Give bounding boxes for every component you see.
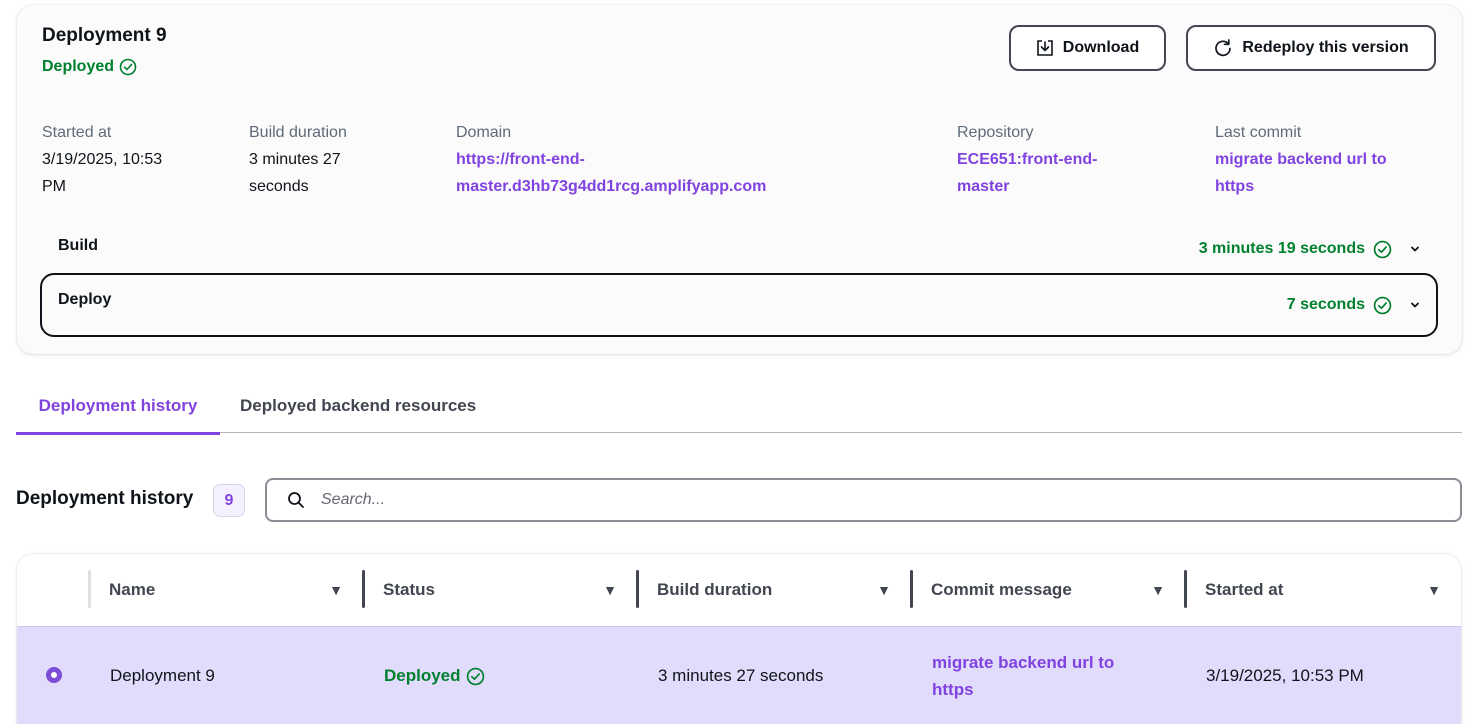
redeploy-button-label: Redeploy this version	[1242, 39, 1409, 56]
repository-link[interactable]: ECE651:front-end- master	[957, 146, 1177, 200]
repository-field: Repository ECE651:front-end- master	[957, 119, 1177, 200]
build-step-duration: 3 minutes 19 seconds	[1198, 240, 1365, 257]
column-divider	[88, 570, 91, 608]
column-header-name[interactable]: Name ▼	[88, 554, 363, 626]
domain-link-line-2: master.d3hb73g4dd1rcg.amplifyapp.com	[456, 178, 767, 195]
sort-caret-icon[interactable]: ▼	[877, 582, 891, 598]
column-resizer[interactable]	[1184, 570, 1187, 608]
sort-caret-icon[interactable]: ▼	[603, 582, 617, 598]
deployment-status: Deployed	[42, 58, 137, 76]
check-circle-icon	[466, 667, 484, 685]
chevron-down-icon[interactable]	[1410, 300, 1420, 310]
row-commit-link[interactable]: migrate backend url to https	[932, 649, 1114, 703]
sort-caret-icon[interactable]: ▼	[329, 582, 343, 598]
column-header-status[interactable]: Status ▼	[362, 554, 637, 626]
tab-deployment-history[interactable]: Deployment history	[16, 380, 220, 435]
column-header-build-duration[interactable]: Build duration ▼	[636, 554, 911, 626]
build-step-row[interactable]: Build 3 minutes 19 seconds	[40, 225, 1438, 273]
redeploy-button[interactable]: Redeploy this version	[1186, 25, 1436, 71]
last-commit-field: Last commit migrate backend url to https	[1215, 119, 1445, 200]
search-icon	[287, 491, 305, 509]
column-header-build-duration-label: Build duration	[657, 580, 773, 599]
column-header-commit-message[interactable]: Commit message ▼	[910, 554, 1185, 626]
row-status-badge: Deployed	[384, 666, 485, 686]
deployment-title: Deployment 9	[42, 25, 167, 46]
deploy-step-label: Deploy	[58, 291, 112, 308]
deploy-step-duration: 7 seconds	[1286, 296, 1365, 313]
chevron-down-icon[interactable]	[1410, 244, 1420, 254]
row-build-duration: 3 minutes 27 seconds	[658, 666, 824, 685]
column-resizer[interactable]	[362, 570, 365, 608]
sort-caret-icon[interactable]: ▼	[1427, 582, 1441, 598]
check-circle-icon	[119, 58, 137, 76]
row-commit-line-1: migrate backend url to	[932, 653, 1115, 672]
row-name: Deployment 9	[110, 666, 215, 685]
row-started-at: 3/19/2025, 10:53 PM	[1206, 666, 1364, 685]
last-commit-link-line-2: https	[1215, 178, 1255, 195]
build-step-label: Build	[58, 237, 98, 254]
repository-link-line-1: ECE651:front-end-	[957, 151, 1098, 168]
history-count-badge: 9	[213, 484, 245, 517]
row-status-label: Deployed	[384, 666, 461, 685]
deployment-status-label: Deployed	[42, 58, 115, 75]
deployment-history-table: Name ▼ Status ▼ Build duration ▼ Commit …	[17, 554, 1461, 724]
started-at-label: Started at	[42, 124, 112, 141]
deploy-step-row[interactable]: Deploy 7 seconds	[40, 273, 1438, 337]
history-heading: Deployment history	[16, 488, 194, 509]
column-header-started-at[interactable]: Started at ▼	[1184, 554, 1461, 626]
domain-field: Domain https://front-end- master.d3hb73g…	[456, 119, 936, 200]
refresh-icon	[1215, 39, 1232, 57]
download-button[interactable]: Download	[1009, 25, 1166, 71]
table-row[interactable]: Deployment 9 Deployed 3 minutes 27 secon…	[17, 626, 1461, 724]
search-box	[265, 478, 1462, 522]
domain-link-line-1: https://front-end-	[456, 151, 585, 168]
last-commit-link[interactable]: migrate backend url to https	[1215, 146, 1445, 200]
last-commit-label: Last commit	[1215, 124, 1302, 141]
started-at-value-2: PM	[42, 178, 66, 195]
repository-link-line-2: master	[957, 178, 1010, 195]
build-duration-label: Build duration	[249, 124, 347, 141]
column-header-commit-message-label: Commit message	[931, 580, 1072, 599]
search-input[interactable]	[319, 490, 1423, 510]
repository-label: Repository	[957, 124, 1034, 141]
deployment-summary-card: Deployment 9 Deployed Download Redeploy …	[17, 5, 1462, 354]
download-button-label: Download	[1062, 39, 1140, 56]
row-status: Deployed	[384, 627, 485, 724]
row-commit-message: migrate backend url to https	[932, 627, 1114, 724]
build-duration-value-1: 3 minutes 27	[249, 151, 341, 168]
build-duration-field: Build duration 3 minutes 27 seconds	[249, 119, 429, 200]
last-commit-link-line-1: migrate backend url to	[1215, 151, 1387, 168]
row-commit-line-2: https	[932, 680, 974, 699]
row-select-radio[interactable]	[46, 667, 62, 683]
domain-label: Domain	[456, 124, 512, 141]
column-resizer[interactable]	[910, 570, 913, 608]
column-header-name-label: Name	[109, 580, 156, 599]
started-at-value-1: 3/19/2025, 10:53	[42, 151, 163, 168]
deploy-step-status: 7 seconds	[1287, 296, 1420, 315]
build-step-status: 3 minutes 19 seconds	[1199, 240, 1420, 259]
started-at-field: Started at 3/19/2025, 10:53 PM	[42, 119, 212, 200]
build-duration-value-2: seconds	[249, 178, 309, 195]
column-header-started-at-label: Started at	[1205, 580, 1284, 599]
column-header-status-label: Status	[383, 580, 435, 599]
tab-deployed-backend-resources[interactable]: Deployed backend resources	[240, 380, 476, 432]
check-circle-icon	[1373, 240, 1392, 258]
sort-caret-icon[interactable]: ▼	[1151, 582, 1165, 598]
tab-bar: Deployment history Deployed backend reso…	[16, 380, 1462, 435]
download-icon	[1036, 40, 1053, 56]
domain-link[interactable]: https://front-end- master.d3hb73g4dd1rcg…	[456, 146, 936, 200]
check-circle-icon	[1373, 296, 1392, 314]
column-resizer[interactable]	[636, 570, 639, 608]
